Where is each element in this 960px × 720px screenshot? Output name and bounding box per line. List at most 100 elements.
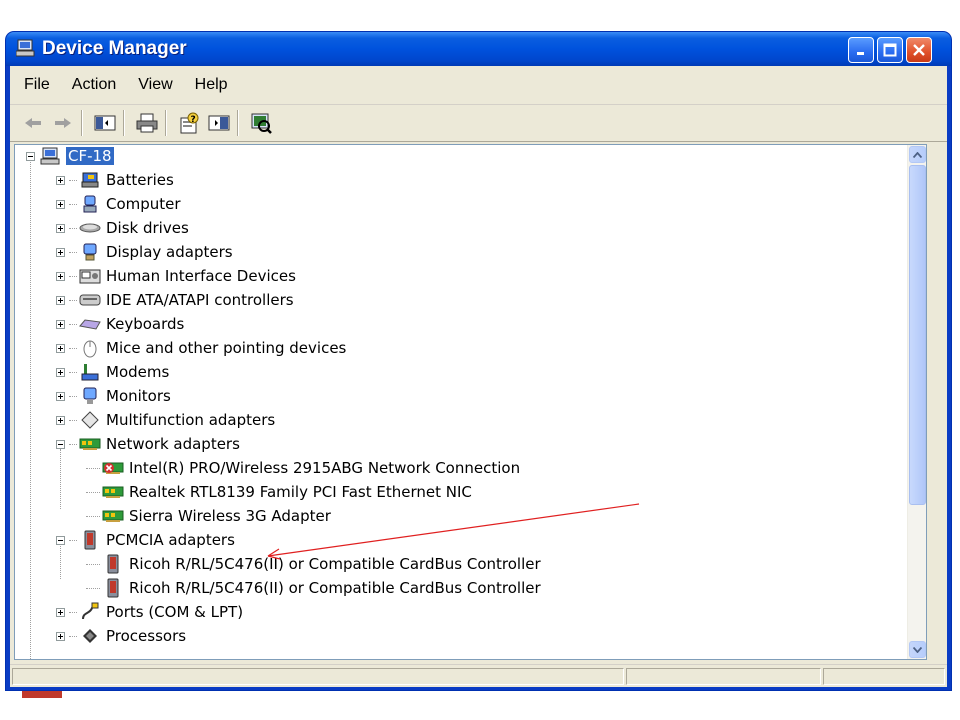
expand-toggle[interactable]: [56, 199, 65, 209]
scroll-thumb[interactable]: [909, 165, 926, 505]
tree-item-sierra-wireless[interactable]: Sierra Wireless 3G Adapter: [86, 505, 331, 527]
pcmcia-icon: [79, 530, 101, 550]
print-icon[interactable]: [134, 110, 160, 136]
forward-arrow-icon[interactable]: [50, 110, 76, 136]
tree-item-label: Computer: [106, 195, 181, 213]
tree-item-realtek-nic[interactable]: Realtek RTL8139 Family PCI Fast Ethernet…: [86, 481, 472, 503]
tree-connector: [60, 449, 61, 509]
expand-toggle[interactable]: [56, 391, 65, 401]
tree-root[interactable]: CF-18: [26, 145, 114, 167]
tree-connector: [69, 371, 77, 373]
tree-item-disk-drives[interactable]: Disk drives: [56, 217, 189, 239]
status-bar: [10, 664, 947, 687]
expand-toggle[interactable]: [56, 223, 65, 233]
tree-item-display-adapters[interactable]: Display adapters: [56, 241, 233, 263]
tree-item-computer[interactable]: Computer: [56, 193, 181, 215]
tree-item-ide-ata-atapi-controllers[interactable]: IDE ATA/ATAPI controllers: [56, 289, 294, 311]
battery-icon: [79, 170, 101, 190]
expand-toggle[interactable]: [56, 247, 65, 257]
computer-icon: [39, 146, 61, 166]
menu-help[interactable]: Help: [184, 66, 239, 104]
tree-item-intel-wireless[interactable]: Intel(R) PRO/Wireless 2915ABG Network Co…: [86, 457, 520, 479]
svg-text:?: ?: [191, 115, 196, 125]
expand-toggle[interactable]: [56, 631, 65, 641]
expand-toggle[interactable]: [56, 607, 65, 617]
status-cell: [626, 668, 821, 685]
tree-item-processors[interactable]: Processors: [56, 625, 186, 647]
menu-view[interactable]: View: [127, 66, 183, 104]
tree-item-pcmcia-adapters[interactable]: PCMCIA adapters: [56, 529, 235, 551]
help-properties-icon[interactable]: ?: [176, 110, 202, 136]
tree-item-human-interface-devices[interactable]: Human Interface Devices: [56, 265, 296, 287]
vertical-scrollbar[interactable]: [907, 145, 926, 659]
expand-toggle[interactable]: [56, 367, 65, 377]
details-view-icon[interactable]: [206, 110, 232, 136]
tree-connector: [69, 299, 77, 301]
tree-item-label: Ricoh R/RL/5C476(II) or Compatible CardB…: [129, 555, 541, 573]
tree-connector: [69, 347, 77, 349]
keyboard-icon: [79, 314, 101, 334]
expand-toggle[interactable]: [56, 271, 65, 281]
tree-item-ports[interactable]: Ports (COM & LPT): [56, 601, 243, 623]
network-adapter-icon: [102, 482, 124, 502]
status-cell: [12, 668, 624, 685]
collapse-toggle[interactable]: [56, 439, 65, 449]
device-tree: CF-18 Batteries Computer Disk drives Dis…: [15, 145, 907, 659]
tree-item-label: Modems: [106, 363, 170, 381]
toolbar-separator: [237, 110, 239, 136]
background-fragment: [22, 690, 62, 698]
tree-item-ricoh-cardbus-2[interactable]: Ricoh R/RL/5C476(II) or Compatible CardB…: [86, 577, 541, 599]
client-area: File Action View Help ? CF-18 Batteries …: [10, 66, 947, 687]
expand-toggle[interactable]: [56, 415, 65, 425]
display-adapter-icon: [79, 242, 101, 262]
tree-item-label: PCMCIA adapters: [106, 531, 235, 549]
scroll-up-button[interactable]: [909, 146, 926, 163]
tree-item-label: Ports (COM & LPT): [106, 603, 244, 621]
pcmcia-icon: [102, 554, 124, 574]
tree-item-label: Network adapters: [106, 435, 240, 453]
tree-item-label: Monitors: [106, 387, 171, 405]
tree-item-label: Multifunction adapters: [106, 411, 276, 429]
maximize-button[interactable]: [877, 37, 903, 63]
tree-item-keyboards[interactable]: Keyboards: [56, 313, 184, 335]
menu-file[interactable]: File: [10, 66, 61, 104]
tree-item-label: Processors: [106, 627, 187, 645]
modem-icon: [79, 362, 101, 382]
tree-item-batteries[interactable]: Batteries: [56, 169, 174, 191]
scan-hardware-icon[interactable]: [248, 110, 274, 136]
tree-connector: [69, 539, 77, 541]
tree-item-label: Intel(R) PRO/Wireless 2915ABG Network Co…: [129, 459, 521, 477]
toolbar: ?: [10, 105, 947, 142]
tree-item-network-adapters[interactable]: Network adapters: [56, 433, 240, 455]
network-adapter-disabled-icon: [102, 458, 124, 478]
toolbar-separator: [123, 110, 125, 136]
tree-item-modems[interactable]: Modems: [56, 361, 169, 383]
close-button[interactable]: [906, 37, 932, 63]
collapse-toggle[interactable]: [56, 535, 65, 545]
title-bar[interactable]: Device Manager: [6, 32, 951, 66]
device-tree-pane: CF-18 Batteries Computer Disk drives Dis…: [14, 144, 927, 660]
status-cell: [823, 668, 945, 685]
tree-root-label: CF-18: [66, 147, 114, 165]
back-arrow-icon[interactable]: [20, 110, 46, 136]
multifunction-icon: [79, 410, 101, 430]
collapse-toggle[interactable]: [26, 151, 35, 161]
tree-item-mice[interactable]: Mice and other pointing devices: [56, 337, 346, 359]
expand-toggle[interactable]: [56, 175, 65, 185]
tree-item-label: Realtek RTL8139 Family PCI Fast Ethernet…: [129, 483, 472, 501]
network-adapter-icon: [79, 434, 101, 454]
expand-toggle[interactable]: [56, 319, 65, 329]
menu-action[interactable]: Action: [61, 66, 127, 104]
tree-item-multifunction-adapters[interactable]: Multifunction adapters: [56, 409, 275, 431]
tree-item-label: Disk drives: [106, 219, 189, 237]
show-hide-tree-icon[interactable]: [92, 110, 118, 136]
tree-connector: [69, 251, 77, 253]
window-title: Device Manager: [42, 38, 187, 59]
tree-item-monitors[interactable]: Monitors: [56, 385, 171, 407]
scroll-down-button[interactable]: [909, 641, 926, 658]
tree-item-ricoh-cardbus-1[interactable]: Ricoh R/RL/5C476(II) or Compatible CardB…: [86, 553, 541, 575]
tree-item-label: Batteries: [106, 171, 174, 189]
expand-toggle[interactable]: [56, 295, 65, 305]
expand-toggle[interactable]: [56, 343, 65, 353]
minimize-button[interactable]: [848, 37, 874, 63]
